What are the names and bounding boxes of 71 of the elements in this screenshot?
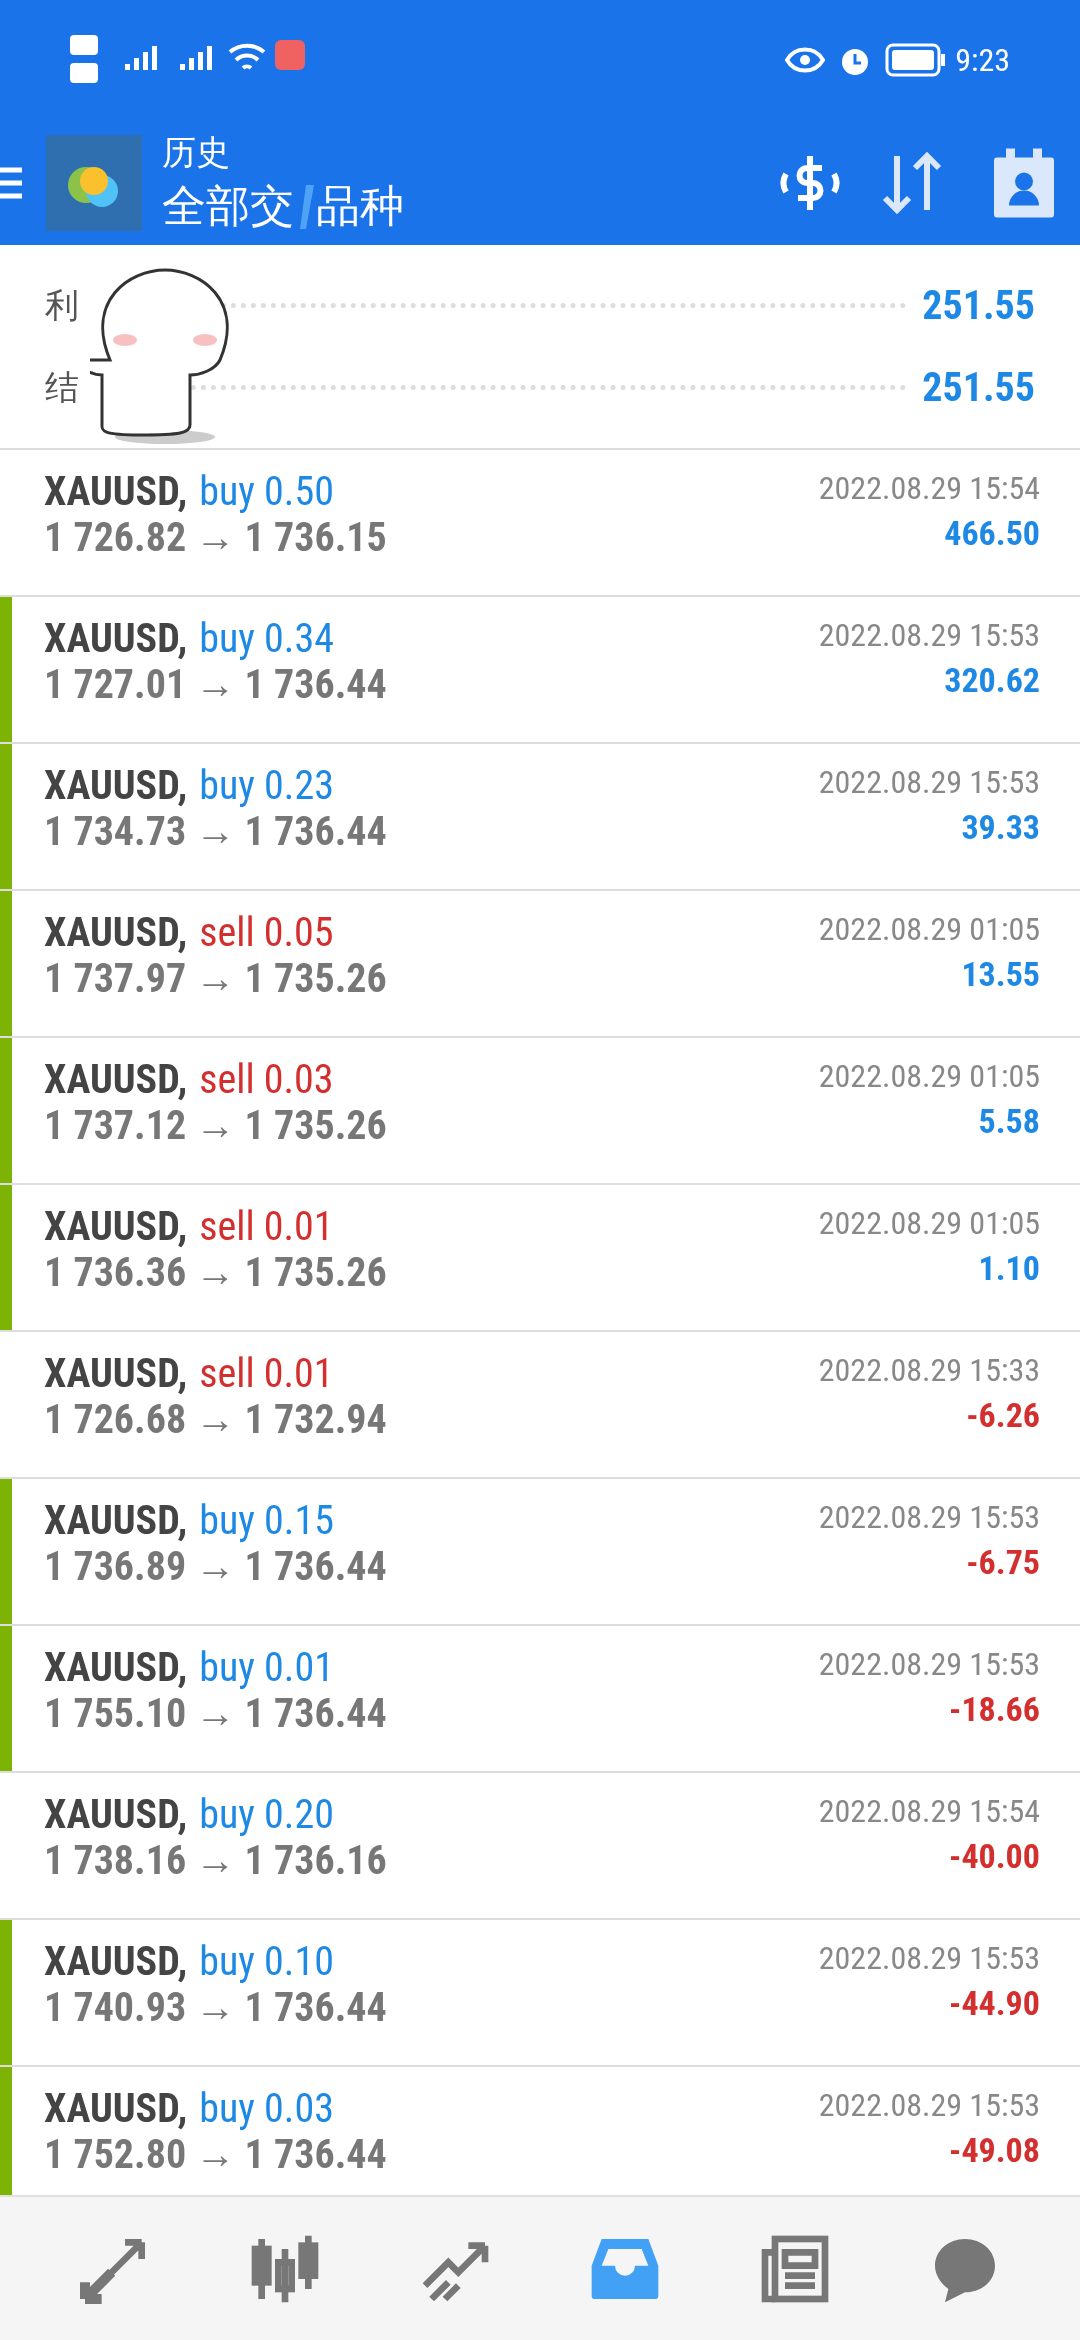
order-type-text: buy 0.50 — [199, 472, 334, 512]
order-type-text: sell 0.05 — [199, 913, 334, 953]
price-range-text: 1 738.16 → 1 736.16 — [44, 1841, 387, 1881]
close-time-text: 2022.08.29 15:54 — [818, 472, 1040, 504]
close-time-text: 2022.08.29 15:33 — [818, 1354, 1040, 1386]
close-time-text: 2022.08.29 01:05 — [818, 1207, 1040, 1239]
close-time-text: 2022.08.29 15:53 — [818, 766, 1040, 798]
close-time-text: 2022.08.29 15:53 — [818, 1942, 1040, 1974]
summary-value: 251.55 — [922, 280, 1035, 331]
close-time-text: 2022.08.29 15:53 — [818, 1501, 1040, 1533]
price-range-text: 1 737.12 → 1 735.26 — [44, 1106, 387, 1146]
eye-icon — [785, 45, 826, 75]
summary-label: 结 — [45, 366, 80, 409]
screen-title: 历史 — [162, 134, 231, 169]
price-range-text: 1 752.80 → 1 736.44 — [44, 2135, 387, 2175]
symbol-text: XAUUSD, — [44, 619, 188, 659]
symbol-text: XAUUSD, — [44, 1795, 188, 1835]
summary-value: 251.55 — [922, 362, 1035, 413]
profit-text: -44.90 — [949, 1986, 1040, 2020]
profit-text: 5.58 — [978, 1104, 1040, 1138]
order-type-text: buy 0.01 — [199, 1648, 334, 1688]
close-time-text: 2022.08.29 01:05 — [818, 913, 1040, 945]
close-time-text: 2022.08.29 01:05 — [818, 1060, 1040, 1092]
battery-icon — [885, 43, 948, 77]
symbol-text: XAUUSD, — [44, 1207, 188, 1247]
order-type-text: sell 0.01 — [199, 1207, 334, 1247]
order-type-text: buy 0.10 — [199, 1942, 334, 1982]
order-type-text: buy 0.20 — [199, 1795, 334, 1835]
price-range-text: 1 737.97 → 1 735.26 — [44, 959, 387, 999]
symbol-text: XAUUSD, — [44, 766, 188, 806]
close-time-text: 2022.08.29 15:53 — [818, 2089, 1040, 2121]
price-range-text: 1 740.93 → 1 736.44 — [44, 1988, 387, 2028]
close-time-text: 2022.08.29 15:53 — [818, 1648, 1040, 1680]
symbol-text: XAUUSD, — [44, 1501, 188, 1541]
order-type-text: buy 0.15 — [199, 1501, 334, 1541]
order-type-text: buy 0.03 — [199, 2089, 334, 2129]
order-type-text: sell 0.01 — [199, 1354, 334, 1394]
symbol-text: XAUUSD, — [44, 472, 188, 512]
price-range-text: 1 726.68 → 1 732.94 — [44, 1400, 387, 1440]
symbol-text: XAUUSD, — [44, 913, 188, 953]
profit-text: -6.26 — [966, 1398, 1040, 1432]
profit-text: 320.62 — [944, 663, 1040, 697]
profit-text: -18.66 — [949, 1692, 1040, 1726]
price-range-text: 1 736.89 → 1 736.44 — [44, 1547, 387, 1587]
profit-text: 39.33 — [961, 810, 1040, 844]
price-range-text: 1 755.10 → 1 736.44 — [44, 1694, 387, 1734]
profit-text: 1.10 — [978, 1251, 1040, 1285]
symbol-text: XAUUSD, — [44, 1942, 188, 1982]
profit-text: -6.75 — [966, 1545, 1040, 1579]
price-range-text: 1 734.73 → 1 736.44 — [44, 812, 387, 852]
symbol-text: XAUUSD, — [44, 1354, 188, 1394]
price-range-text: 1 727.01 → 1 736.44 — [44, 665, 387, 705]
order-type-text: sell 0.03 — [199, 1060, 334, 1100]
order-type-text: buy 0.23 — [199, 766, 334, 806]
symbol-text: XAUUSD, — [44, 2089, 188, 2129]
summary-label: 利 — [45, 284, 80, 327]
profit-text: 13.55 — [961, 957, 1040, 991]
filter-label: 品种 — [316, 183, 404, 228]
profit-text: 466.50 — [944, 516, 1040, 550]
price-range-text: 1 726.82 → 1 736.15 — [44, 518, 387, 558]
app-logo-icon — [46, 134, 142, 231]
status-time: 9:23 — [955, 40, 1010, 81]
profit-text: -40.00 — [949, 1839, 1040, 1873]
filter-label: 全部交 — [162, 183, 294, 228]
profit-text: -49.08 — [949, 2133, 1040, 2167]
order-type-text: buy 0.34 — [199, 619, 334, 659]
symbol-text: XAUUSD, — [44, 1060, 188, 1100]
symbol-text: XAUUSD, — [44, 1648, 188, 1688]
close-time-text: 2022.08.29 15:53 — [818, 619, 1040, 651]
price-range-text: 1 736.36 → 1 735.26 — [44, 1253, 387, 1293]
close-time-text: 2022.08.29 15:54 — [818, 1795, 1040, 1827]
